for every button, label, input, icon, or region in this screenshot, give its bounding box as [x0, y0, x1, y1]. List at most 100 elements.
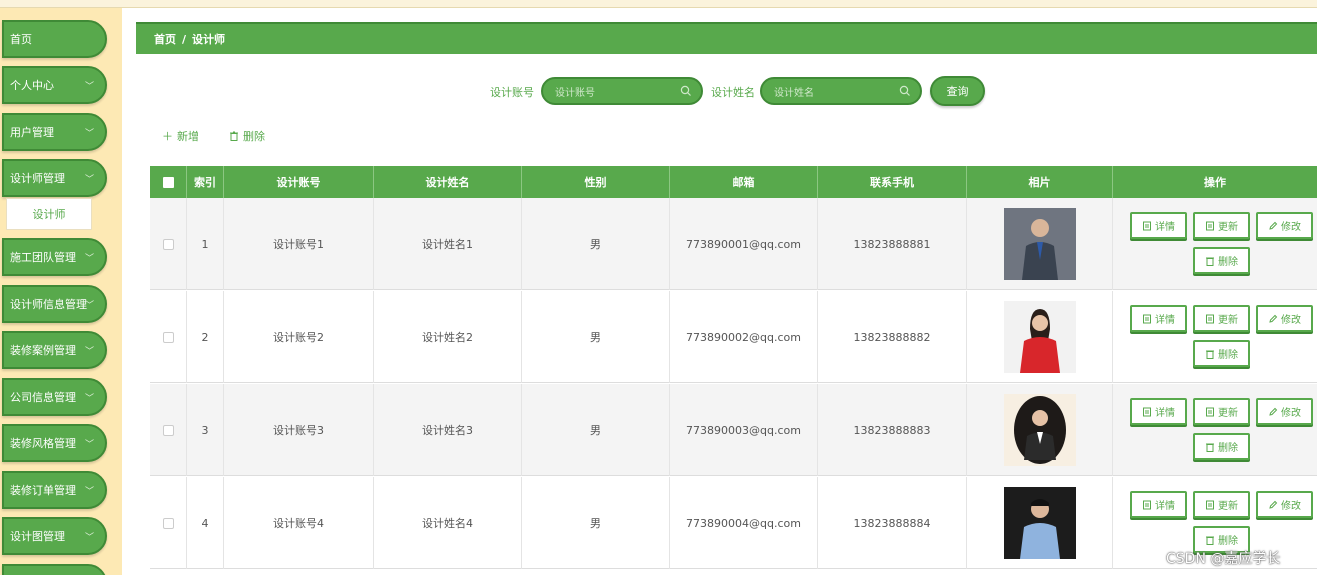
sidebar-item-construction-teams[interactable]: 施工团队管理 ﹀: [2, 238, 107, 276]
cell-index: 4: [187, 477, 224, 569]
sidebar-item-designer-info[interactable]: 设计师信息管理 ﹀: [2, 285, 107, 323]
sidebar-item-orders[interactable]: 装修订单管理 ﹀: [2, 471, 107, 509]
detail-label: 详情: [1155, 408, 1175, 419]
header-gender: 性别: [522, 166, 670, 198]
sidebar-item-users[interactable]: 用户管理 ﹀: [2, 113, 107, 151]
sidebar-item-label: 设计师管理: [10, 172, 65, 185]
detail-button[interactable]: 详情: [1130, 398, 1187, 425]
sidebar-item-label: 设计师信息管理: [10, 298, 87, 311]
sidebar-item-profile[interactable]: 个人中心 ﹀: [2, 66, 107, 104]
update-label: 更新: [1218, 222, 1238, 233]
cell-index: 3: [187, 384, 224, 476]
cell-email: 773890003@qq.com: [670, 384, 818, 476]
row-select[interactable]: [150, 198, 187, 290]
search-icon: [899, 85, 910, 96]
pencil-icon: [1269, 407, 1278, 416]
document-icon: [1206, 314, 1214, 323]
cell-gender: 男: [522, 477, 670, 569]
delete-label: 删除: [243, 130, 265, 143]
chevron-down-icon: ﹀: [85, 254, 95, 264]
detail-button[interactable]: 详情: [1130, 212, 1187, 239]
modify-button[interactable]: 修改: [1256, 491, 1313, 518]
batch-delete-button[interactable]: 删除: [229, 126, 265, 146]
chevron-down-icon: ﹀: [85, 487, 95, 497]
document-icon: [1143, 407, 1151, 416]
table-row: 3 设计账号3 设计姓名3 男 773890003@qq.com 1382388…: [150, 384, 1317, 476]
sidebar-item-cases[interactable]: 装修案例管理 ﹀: [2, 331, 107, 369]
modify-button[interactable]: 修改: [1256, 212, 1313, 239]
sidebar: 首页 个人中心 ﹀ 用户管理 ﹀ 设计师管理 ﹀ 设计师 施工团队管理 ﹀ 设计师信息管…: [0, 8, 122, 575]
row-select[interactable]: [150, 477, 187, 569]
delete-button[interactable]: 删除: [1193, 247, 1250, 274]
pencil-icon: [1269, 221, 1278, 230]
chevron-down-icon: ﹀: [85, 129, 95, 139]
table-row: 1 设计账号1 设计姓名1 男 773890001@qq.com 1382388…: [150, 198, 1317, 290]
pencil-icon: [1269, 500, 1278, 509]
row-checkbox[interactable]: [162, 238, 174, 250]
row-select[interactable]: [150, 384, 187, 476]
query-button[interactable]: 查询: [930, 76, 985, 106]
cell-index: 2: [187, 291, 224, 383]
header-email: 邮箱: [670, 166, 818, 198]
add-label: 新增: [177, 130, 199, 143]
name-placeholder: 设计姓名: [774, 87, 814, 99]
cell-phone: 13823888884: [818, 477, 967, 569]
delete-button[interactable]: 删除: [1193, 433, 1250, 460]
cell-actions: 详情 更新 修改 删除: [1113, 198, 1317, 290]
update-button[interactable]: 更新: [1193, 491, 1250, 518]
search-icon: [680, 85, 691, 96]
header-account: 设计账号: [224, 166, 374, 198]
row-checkbox[interactable]: [162, 517, 174, 529]
cell-account: 设计账号3: [224, 384, 374, 476]
detail-button[interactable]: 详情: [1130, 305, 1187, 332]
chevron-down-icon: ﹀: [85, 82, 95, 92]
update-button[interactable]: 更新: [1193, 305, 1250, 332]
sidebar-item-styles[interactable]: 装修风格管理 ﹀: [2, 424, 107, 462]
modify-button[interactable]: 修改: [1256, 305, 1313, 332]
modify-label: 修改: [1281, 315, 1301, 326]
row-select[interactable]: [150, 291, 187, 383]
table-row: 4 设计账号4 设计姓名4 男 773890004@qq.com 1382388…: [150, 477, 1317, 569]
account-label: 设计账号: [490, 86, 534, 99]
name-label: 设计姓名: [711, 86, 755, 99]
sidebar-submenu-designer[interactable]: 设计师: [6, 198, 92, 230]
watermark: CSDN @嘉应学长: [1166, 551, 1281, 567]
table-header: 索引 设计账号 设计姓名 性别 邮箱 联系手机 相片 操作: [150, 166, 1317, 198]
cell-photo: [967, 291, 1113, 383]
header-select-all[interactable]: [150, 166, 187, 198]
row-checkbox[interactable]: [162, 331, 174, 343]
breadcrumb-home[interactable]: 首页: [154, 31, 176, 47]
cell-account: 设计账号4: [224, 477, 374, 569]
chevron-down-icon: ﹀: [85, 440, 95, 450]
pencil-icon: [1269, 314, 1278, 323]
sidebar-item-home[interactable]: 首页: [2, 20, 107, 58]
sidebar-item-designers[interactable]: 设计师管理 ﹀: [2, 159, 107, 197]
account-search-input[interactable]: 设计账号: [541, 77, 703, 105]
sidebar-item-company-info[interactable]: 公司信息管理 ﹀: [2, 378, 107, 416]
cell-email: 773890001@qq.com: [670, 198, 818, 290]
cell-photo: [967, 384, 1113, 476]
cell-account: 设计账号2: [224, 291, 374, 383]
row-checkbox[interactable]: [162, 424, 174, 436]
update-button[interactable]: 更新: [1193, 398, 1250, 425]
sidebar-item-drawings[interactable]: 设计图管理 ﹀: [2, 517, 107, 555]
update-button[interactable]: 更新: [1193, 212, 1250, 239]
cell-phone: 13823888881: [818, 198, 967, 290]
sidebar-item-label: 首页: [10, 33, 32, 46]
name-search-input[interactable]: 设计姓名: [760, 77, 922, 105]
trash-icon: [230, 131, 238, 141]
delete-label: 删除: [1218, 257, 1238, 268]
detail-button[interactable]: 详情: [1130, 491, 1187, 518]
select-all-checkbox[interactable]: [162, 176, 174, 188]
cell-email: 773890004@qq.com: [670, 477, 818, 569]
modify-button[interactable]: 修改: [1256, 398, 1313, 425]
header-index: 索引: [187, 166, 224, 198]
main-content: 首页 / 设计师 设计账号 设计账号 设计姓名 设计姓名 查询 ＋ 新增 删除 索…: [122, 8, 1317, 575]
sidebar-item-label: 公司信息管理: [10, 391, 76, 404]
add-button[interactable]: ＋ 新增: [162, 126, 199, 146]
delete-button[interactable]: 删除: [1193, 340, 1250, 367]
sidebar-item-more[interactable]: [2, 564, 107, 575]
delete-label: 删除: [1218, 536, 1238, 547]
trash-icon: [1206, 257, 1214, 266]
update-label: 更新: [1218, 315, 1238, 326]
